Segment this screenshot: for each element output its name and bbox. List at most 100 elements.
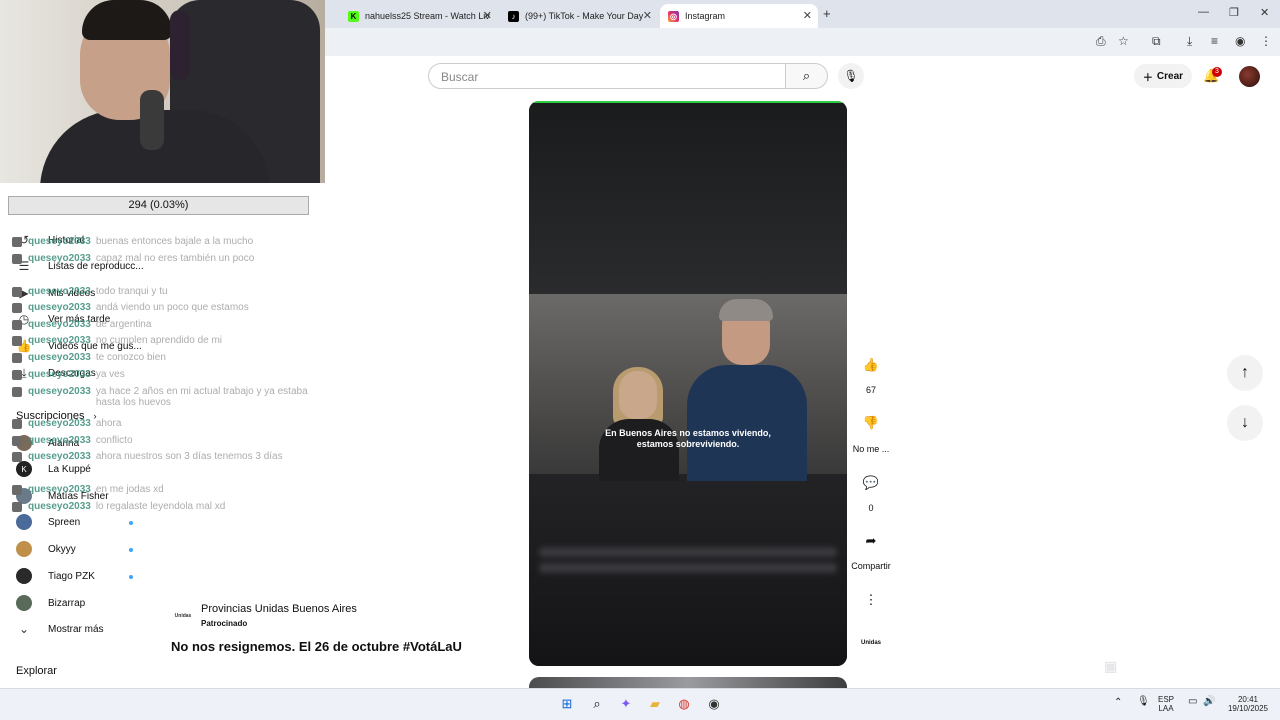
like-button[interactable]: 👍 bbox=[858, 352, 884, 378]
comments-button[interactable]: 💬 bbox=[858, 470, 884, 496]
share-button[interactable]: ➦ bbox=[858, 528, 884, 554]
chat-text: capaz mal no eres también un poco bbox=[95, 253, 255, 264]
plus-icon: ＋ bbox=[1142, 72, 1153, 84]
man-body bbox=[687, 365, 807, 481]
chat-username: queseyo2033 bbox=[28, 302, 91, 313]
tiktok-icon: ♪ bbox=[508, 10, 519, 22]
close-window-icon[interactable]: ✕ bbox=[1260, 6, 1269, 19]
tray-microphone-icon[interactable]: 🎙 bbox=[1137, 697, 1150, 707]
downloads-icon[interactable]: ⤓ bbox=[1187, 34, 1192, 49]
taskbar-search-icon[interactable]: ⌕ bbox=[588, 695, 606, 713]
ad-channel-thumbnail[interactable]: Unidas bbox=[858, 630, 884, 656]
sidebar-channel-okyyy[interactable]: Okyyy bbox=[16, 539, 76, 559]
chat-text: de argentina bbox=[95, 319, 152, 330]
short-video-player[interactable]: En Buenos Aires no estamos viviendo, est… bbox=[529, 101, 847, 666]
profile-icon[interactable]: ◉ bbox=[1235, 34, 1245, 48]
volume-icon[interactable]: 🔊 bbox=[1203, 697, 1215, 707]
create-button[interactable]: ＋ Crear bbox=[1134, 64, 1192, 88]
language-code: ESP bbox=[1158, 695, 1175, 704]
subtitle-line: estamos sobreviviendo. bbox=[636, 439, 740, 449]
minimize-icon[interactable]: — bbox=[1198, 6, 1209, 18]
chat-username: queseyo2033 bbox=[28, 253, 91, 264]
language-indicator[interactable]: ESP LAA bbox=[1158, 695, 1174, 713]
show-more-button[interactable]: ⌄ Mostrar más bbox=[16, 619, 104, 639]
close-tab-icon[interactable]: ✕ bbox=[643, 9, 652, 22]
tab-instagram[interactable]: ◎ Instagram ✕ bbox=[660, 4, 818, 28]
restore-icon[interactable]: ❐ bbox=[1229, 6, 1239, 19]
chat-text: lo regalaste leyendola mal xd bbox=[95, 501, 226, 512]
microphone-icon: 🎙 bbox=[843, 69, 859, 83]
sidebar-channel-bizarrap[interactable]: Bizarrap bbox=[16, 593, 85, 613]
search-input[interactable]: Buscar bbox=[428, 63, 786, 89]
chat-badge-icon bbox=[12, 452, 22, 462]
account-avatar[interactable] bbox=[1239, 66, 1260, 87]
search-button[interactable]: ⌕ bbox=[786, 63, 828, 89]
copilot-icon[interactable]: ✦ bbox=[617, 695, 635, 713]
menu-kebab-icon[interactable]: ⋮ bbox=[1260, 34, 1272, 48]
chat-text: en me jodas xd bbox=[95, 484, 164, 495]
chat-username: queseyo2033 bbox=[28, 335, 91, 346]
chat-username: queseyo2033 bbox=[28, 418, 91, 429]
chat-text: conflicto bbox=[95, 435, 133, 446]
chat-badge-icon bbox=[12, 485, 22, 495]
kick-icon: K bbox=[348, 10, 359, 22]
network-icon[interactable]: ▭ bbox=[1188, 697, 1197, 707]
share-label: Compartir bbox=[851, 561, 891, 571]
chat-username: queseyo2033 bbox=[28, 319, 91, 330]
voice-search-button[interactable]: 🎙 bbox=[838, 63, 864, 89]
windows-start-icon[interactable]: ⊞ bbox=[558, 695, 576, 713]
channel-avatar bbox=[16, 595, 32, 611]
sidebar-channel-tiago-pzk[interactable]: Tiago PZK bbox=[16, 566, 95, 586]
tab-kick-stream[interactable]: K nahuelss25 Stream - Watch Liv ✕ bbox=[340, 4, 498, 28]
chat-text: ya ves bbox=[95, 369, 125, 380]
tab-tiktok[interactable]: ♪ (99+) TikTok - Make Your Day ✕ bbox=[500, 4, 658, 28]
dislike-button[interactable]: 👎 bbox=[858, 410, 884, 436]
chevron-down-icon: ⌄ bbox=[18, 622, 30, 636]
chat-message: queseyo2033 lo regalaste leyendola mal xd bbox=[12, 501, 312, 512]
channel-label: La Kuppé bbox=[48, 463, 91, 475]
file-explorer-icon[interactable]: ▰ bbox=[646, 695, 664, 713]
close-tab-icon[interactable]: ✕ bbox=[483, 9, 492, 22]
show-more-label: Mostrar más bbox=[48, 623, 104, 635]
sidebar-channel-la-kuppe[interactable]: K La Kuppé bbox=[16, 459, 91, 479]
streamer-hair bbox=[82, 0, 172, 40]
create-label: Crear bbox=[1156, 70, 1184, 82]
clock-date: 19/10/2025 bbox=[1227, 704, 1269, 713]
chat-username: queseyo2033 bbox=[28, 435, 91, 446]
obs-icon[interactable]: ◉ bbox=[705, 695, 723, 713]
chat-username: queseyo2033 bbox=[28, 451, 91, 462]
blurred-caption bbox=[529, 541, 847, 581]
sidebar-channel-spreen[interactable]: Spreen bbox=[16, 512, 80, 532]
channel-avatar bbox=[16, 514, 32, 530]
chat-text: buenas entonces bajale a la mucho bbox=[95, 236, 254, 247]
extensions-icon[interactable]: ⧉ bbox=[1152, 34, 1161, 49]
chat-username: queseyo2033 bbox=[28, 369, 91, 380]
media-controls-icon[interactable]: ≡ bbox=[1211, 34, 1218, 48]
next-short-button[interactable]: ↓ bbox=[1227, 405, 1263, 441]
ad-channel-logo[interactable]: Unidas bbox=[172, 606, 194, 626]
tab-label: Instagram bbox=[685, 11, 726, 21]
taskbar-clock[interactable]: 20:41 19/10/2025 bbox=[1224, 695, 1272, 713]
comment-icon: 💬 bbox=[862, 475, 880, 490]
bookmark-star-icon[interactable]: ☆ bbox=[1118, 34, 1129, 48]
chat-badge-icon bbox=[12, 502, 22, 512]
chat-message: queseyo2033 en me jodas xd bbox=[12, 484, 312, 495]
chat-username: queseyo2033 bbox=[28, 236, 91, 247]
subtitle-line: En Buenos Aires no estamos viviendo, bbox=[605, 428, 771, 438]
ad-channel-name[interactable]: Provincias Unidas Buenos Aires bbox=[201, 603, 357, 615]
kebab-menu-icon: ⋮ bbox=[864, 592, 878, 607]
close-tab-icon[interactable]: ✕ bbox=[803, 9, 812, 22]
channel-avatar bbox=[16, 541, 32, 557]
stream-stat-bar: 294 (0.03%) bbox=[8, 196, 309, 215]
tray-overflow-icon[interactable]: ⌃ bbox=[1114, 698, 1122, 708]
install-app-icon[interactable]: ⎙ bbox=[1096, 34, 1106, 49]
previous-short-button[interactable]: ↑ bbox=[1227, 355, 1263, 391]
ad-title[interactable]: No nos resignemos. El 26 de octubre #Vot… bbox=[171, 639, 462, 654]
new-tab-button[interactable]: + bbox=[823, 6, 831, 21]
streamer-webcam-overlay bbox=[0, 0, 325, 183]
tab-label: (99+) TikTok - Make Your Day bbox=[525, 11, 644, 21]
chat-username: queseyo2033 bbox=[28, 352, 91, 363]
chrome-icon[interactable]: ◍ bbox=[675, 695, 693, 713]
chat-username: queseyo2033 bbox=[28, 286, 91, 297]
more-options-button[interactable]: ⋮ bbox=[858, 587, 884, 613]
